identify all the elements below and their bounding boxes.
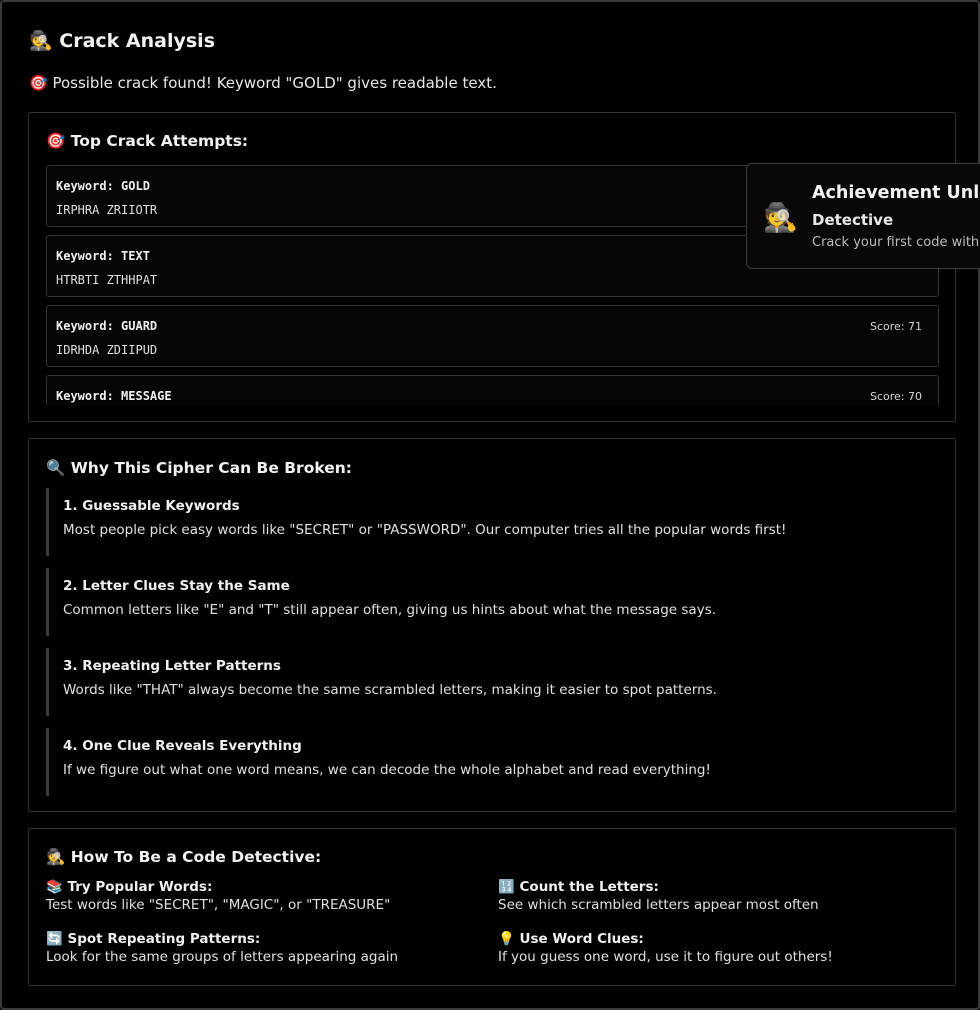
tip-title: 💡 Use Word Clues: bbox=[498, 931, 644, 947]
weakness-title: 4. One Clue Reveals Everything bbox=[63, 738, 302, 754]
detective-icon: 🕵️ bbox=[763, 201, 798, 234]
tip-title: 📚 Try Popular Words: bbox=[46, 879, 213, 895]
weakness-item: 3. Repeating Letter Patterns Words like … bbox=[46, 648, 939, 716]
achievement-toast[interactable]: 🕵️ Achievement Unlocked! Detective Crack… bbox=[746, 163, 980, 269]
weakness-item: 1. Guessable Keywords Most people pick e… bbox=[46, 488, 939, 556]
tip-item: 🔄 Spot Repeating Patterns: Look for the … bbox=[46, 931, 486, 965]
crack-attempt-item[interactable]: Keyword: MESSAGE Score: 70 bbox=[46, 375, 939, 405]
weakness-title: 2. Letter Clues Stay the Same bbox=[63, 578, 290, 594]
attempt-score: Score: 71 bbox=[869, 320, 922, 333]
crack-result-message: 🎯 Possible crack found! Keyword "GOLD" g… bbox=[29, 74, 497, 92]
weakness-description: Most people pick easy words like "SECRET… bbox=[63, 522, 787, 538]
weakness-description: If we figure out what one word means, we… bbox=[63, 762, 711, 778]
weakness-description: Words like "THAT" always become the same… bbox=[63, 682, 717, 698]
page-title: 🕵️ Crack Analysis bbox=[29, 30, 216, 52]
crack-attempt-item[interactable]: Keyword: GUARD IDRHDA ZDIIPUD Score: 71 bbox=[46, 305, 939, 367]
attempt-keyword: Keyword: TEXT bbox=[56, 249, 150, 263]
detective-tips-panel: 🕵️ How To Be a Code Detective: 📚 Try Pop… bbox=[28, 828, 956, 986]
tip-description: See which scrambled letters appear most … bbox=[498, 897, 819, 913]
weakness-item: 4. One Clue Reveals Everything If we fig… bbox=[46, 728, 939, 796]
tip-description: Test words like "SECRET", "MAGIC", or "T… bbox=[46, 897, 391, 913]
weakness-title: 3. Repeating Letter Patterns bbox=[63, 658, 281, 674]
tip-description: If you guess one word, use it to figure … bbox=[498, 949, 833, 965]
achievement-description: Crack your first code without the keywor… bbox=[812, 235, 980, 250]
weakness-description: Common letters like "E" and "T" still ap… bbox=[63, 602, 717, 618]
cipher-weakness-panel: 🔍 Why This Cipher Can Be Broken: 1. Gues… bbox=[28, 438, 956, 812]
tip-title: 🔢 Count the Letters: bbox=[498, 879, 659, 895]
cipher-weakness-heading: 🔍 Why This Cipher Can Be Broken: bbox=[46, 459, 352, 477]
tip-item: 📚 Try Popular Words: Test words like "SE… bbox=[46, 879, 486, 913]
tip-title: 🔄 Spot Repeating Patterns: bbox=[46, 931, 261, 947]
tip-item: 💡 Use Word Clues: If you guess one word,… bbox=[498, 931, 938, 965]
weakness-item: 2. Letter Clues Stay the Same Common let… bbox=[46, 568, 939, 636]
tip-description: Look for the same groups of letters appe… bbox=[46, 949, 399, 965]
tip-item: 🔢 Count the Letters: See which scrambled… bbox=[498, 879, 938, 913]
attempt-decoded-text: IRPHRA ZRIIOTR bbox=[56, 203, 158, 217]
achievement-title: Achievement Unlocked! bbox=[812, 183, 980, 203]
attempt-decoded-text: HTRBTI ZTHHPAT bbox=[56, 273, 158, 287]
app-frame: 🕵️ Crack Analysis 🎯 Possible crack found… bbox=[0, 0, 980, 1010]
achievement-name: Detective bbox=[812, 211, 894, 229]
attempt-decoded-text: IDRHDA ZDIIPUD bbox=[56, 343, 158, 357]
detective-tips-heading: 🕵️ How To Be a Code Detective: bbox=[46, 848, 322, 866]
attempt-keyword: Keyword: GOLD bbox=[56, 179, 150, 193]
weakness-title: 1. Guessable Keywords bbox=[63, 498, 240, 514]
attempt-keyword: Keyword: GUARD bbox=[56, 319, 158, 333]
attempt-score: Score: 70 bbox=[869, 390, 922, 403]
crack-attempts-heading: 🎯 Top Crack Attempts: bbox=[46, 132, 249, 150]
attempt-keyword: Keyword: MESSAGE bbox=[56, 389, 172, 403]
